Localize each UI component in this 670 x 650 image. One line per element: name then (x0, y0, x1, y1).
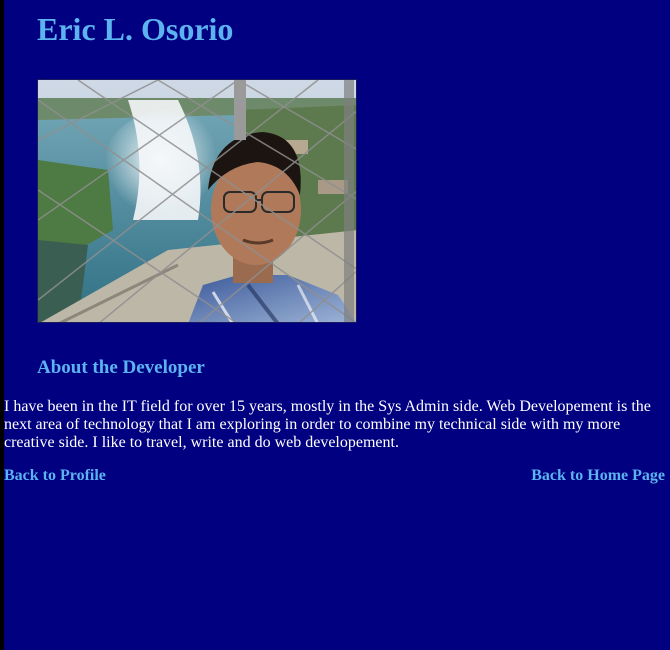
left-border (0, 0, 4, 650)
about-heading: About the Developer (37, 357, 205, 378)
profile-photo (37, 79, 357, 323)
back-to-home-link[interactable]: Back to Home Page (531, 467, 665, 485)
page-title: Eric L. Osorio (37, 11, 234, 47)
back-to-profile-link[interactable]: Back to Profile (4, 467, 106, 485)
about-paragraph: I have been in the IT field for over 15 … (4, 398, 651, 451)
